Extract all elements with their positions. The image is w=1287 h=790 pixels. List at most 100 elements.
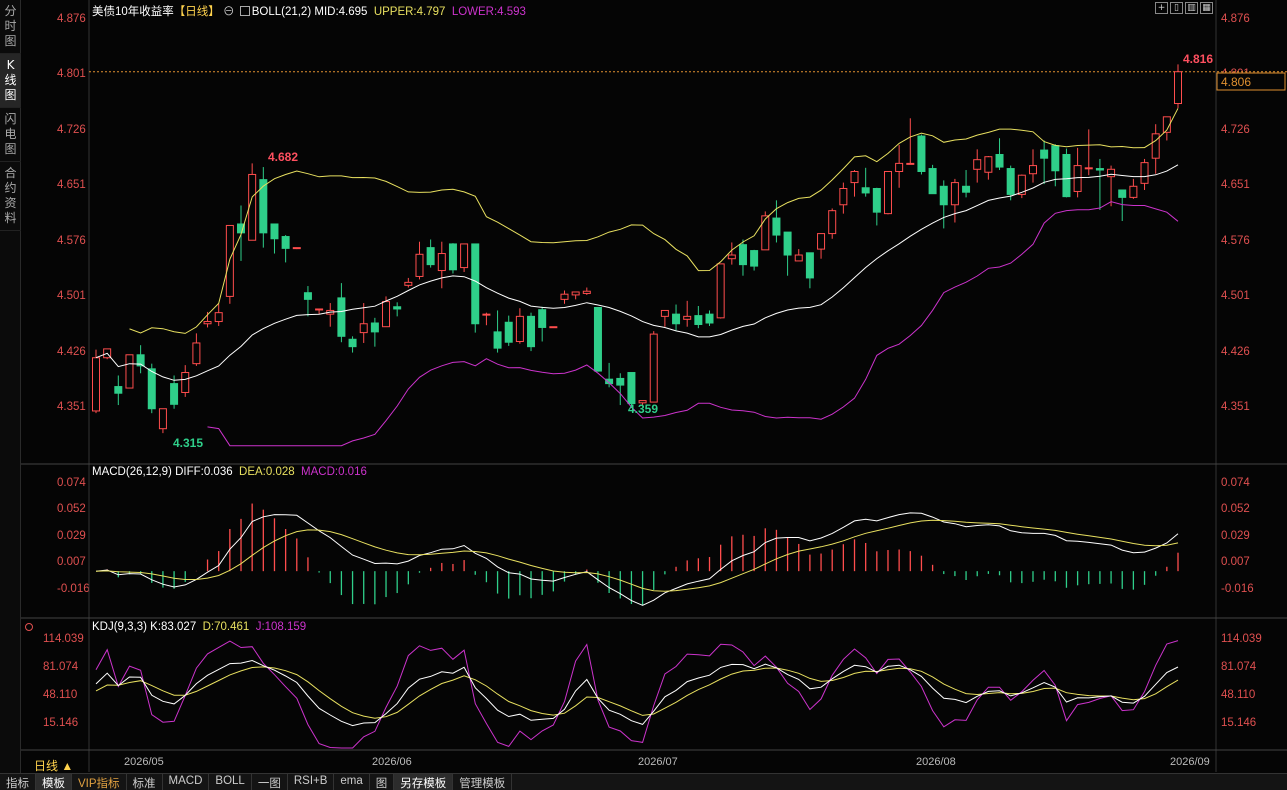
candle-down bbox=[1095, 168, 1104, 171]
kdj-tick-label: 114.039 bbox=[43, 633, 84, 645]
candle-down bbox=[337, 297, 346, 337]
kdj-header: KDJ(9,3,3) K:83.027 D:70.461 J:108.159 bbox=[92, 621, 306, 633]
candle-up bbox=[1017, 174, 1026, 195]
kdj-tick-label: 15.146 bbox=[43, 717, 79, 729]
candle-down bbox=[303, 292, 312, 300]
candle-up bbox=[203, 321, 212, 325]
candle-up bbox=[482, 313, 491, 316]
candle-down bbox=[259, 179, 268, 234]
candle-down bbox=[1006, 168, 1015, 195]
macd-tick-label: 0.052 bbox=[57, 502, 86, 515]
candle-up bbox=[382, 301, 391, 328]
price-tick-label: 4.801 bbox=[1221, 68, 1250, 81]
date-tick-label: 2026/09 bbox=[1170, 756, 1210, 768]
bottom-tab-1[interactable]: 模板 bbox=[36, 774, 72, 790]
candle-up bbox=[638, 400, 647, 404]
bottom-tab-0[interactable]: 指标 bbox=[0, 774, 36, 790]
instrument-title: 美债10年收益率 bbox=[92, 6, 174, 18]
candle-down bbox=[995, 154, 1004, 168]
main-header: 美债10年收益率【日线】 ⊖ BOLL(21,2) MID:4.695 UPPE… bbox=[92, 3, 526, 19]
candle-up bbox=[1107, 168, 1116, 178]
candle-up bbox=[906, 162, 915, 165]
price-tick-label: 4.351 bbox=[57, 401, 86, 413]
candle-up bbox=[437, 253, 446, 272]
macd-dea: DEA:0.028 bbox=[239, 466, 295, 478]
candle-up bbox=[649, 333, 658, 403]
price-tick-label: 4.876 bbox=[57, 13, 86, 25]
macd-tick-label: 0.007 bbox=[1221, 555, 1250, 568]
bottom-tab-7[interactable]: RSI+B bbox=[288, 774, 335, 790]
candle-down bbox=[605, 378, 614, 385]
bottom-tab-2[interactable]: VIP指标 bbox=[72, 774, 127, 790]
zoom-icon[interactable]: ⊖ bbox=[223, 6, 235, 18]
price-tick-label: 4.576 bbox=[1221, 234, 1250, 247]
bottom-tab-9[interactable]: 图 bbox=[370, 774, 395, 790]
candle-up bbox=[973, 159, 982, 170]
bottom-tab-10[interactable]: 另存模板 bbox=[394, 774, 454, 790]
kline-chart[interactable]: 4.8164.6824.3154.3594.806 bbox=[0, 0, 1287, 790]
candle-down bbox=[627, 372, 636, 405]
candle-up bbox=[895, 162, 904, 173]
peak-price-label: 4.682 bbox=[268, 150, 298, 164]
bottom-tab-5[interactable]: BOLL bbox=[209, 774, 252, 790]
kdj-settings-icon[interactable] bbox=[25, 623, 33, 631]
candle-down bbox=[917, 135, 926, 173]
candle-up bbox=[571, 291, 580, 296]
candle-down bbox=[593, 306, 602, 372]
candle-up bbox=[103, 348, 112, 359]
candle-up bbox=[850, 171, 859, 184]
macd-tick-label: 0.074 bbox=[1221, 477, 1250, 489]
period-label[interactable]: 【日线】 bbox=[174, 6, 220, 18]
candle-up bbox=[1084, 167, 1093, 170]
kdj-tick-label: 81.074 bbox=[1221, 661, 1257, 673]
candle-up bbox=[683, 315, 692, 320]
side-tab-1[interactable]: K线图 bbox=[0, 54, 21, 108]
layout-two-icon[interactable]: ▥ bbox=[1185, 2, 1198, 14]
price-tick-label: 4.876 bbox=[1221, 13, 1250, 25]
bottom-tab-6[interactable]: 一图 bbox=[252, 774, 288, 790]
candle-up bbox=[716, 263, 725, 319]
indicator-icon[interactable] bbox=[239, 6, 250, 16]
bottom-tab-11[interactable]: 管理模板 bbox=[453, 774, 513, 790]
bottom-tab-8[interactable]: ema bbox=[334, 774, 370, 790]
boll-mid-line bbox=[95, 164, 1179, 381]
kdj-name: KDJ(9,3,3) bbox=[92, 621, 147, 633]
layout-three-icon[interactable]: ▦ bbox=[1200, 2, 1213, 14]
crosshair-icon[interactable]: + bbox=[1155, 2, 1168, 14]
candle-down bbox=[928, 168, 937, 195]
layout-one-icon[interactable]: ▯ bbox=[1170, 2, 1183, 14]
candle-down bbox=[237, 223, 246, 234]
bottom-tab-3[interactable]: 标准 bbox=[127, 774, 163, 790]
side-tab-0[interactable]: 分时图 bbox=[0, 0, 21, 54]
boll-lower: LOWER:4.593 bbox=[451, 6, 526, 18]
macd-header: MACD(26,12,9) DIFF:0.036 DEA:0.028 MACD:… bbox=[92, 466, 367, 478]
candle-up bbox=[582, 290, 591, 294]
period-selector[interactable]: 日线 ▲ bbox=[34, 757, 73, 774]
candle-up bbox=[1162, 116, 1171, 133]
macd-tick-label: 0.029 bbox=[57, 530, 86, 542]
left-side-panel: 分时图K线图闪电图合约资料 bbox=[0, 0, 21, 790]
candle-down bbox=[1051, 145, 1060, 172]
candle-down bbox=[772, 217, 781, 236]
macd-tick-label: 0.007 bbox=[57, 555, 86, 568]
kdj-tick-label: 81.074 bbox=[43, 661, 79, 673]
candle-down bbox=[1040, 149, 1049, 159]
candle-up bbox=[560, 293, 569, 300]
candle-down bbox=[694, 315, 703, 325]
candle-up bbox=[225, 224, 234, 297]
candle-up bbox=[248, 173, 257, 241]
kdj-k-line bbox=[95, 659, 1179, 727]
side-tab-3[interactable]: 合约资料 bbox=[0, 162, 21, 231]
bottom-tab-4[interactable]: MACD bbox=[163, 774, 210, 790]
macd-tick-label: 0.029 bbox=[1221, 530, 1250, 542]
candle-down bbox=[750, 250, 759, 267]
price-tick-label: 4.726 bbox=[1221, 123, 1250, 136]
price-tick-label: 4.801 bbox=[57, 68, 86, 81]
candle-down bbox=[1118, 189, 1127, 198]
side-tab-2[interactable]: 闪电图 bbox=[0, 108, 21, 162]
candle-down bbox=[672, 313, 681, 325]
candle-up bbox=[984, 156, 993, 173]
kdj-j-line bbox=[95, 640, 1179, 749]
macd-tick-label: 0.074 bbox=[57, 477, 86, 489]
candle-up bbox=[315, 308, 324, 311]
